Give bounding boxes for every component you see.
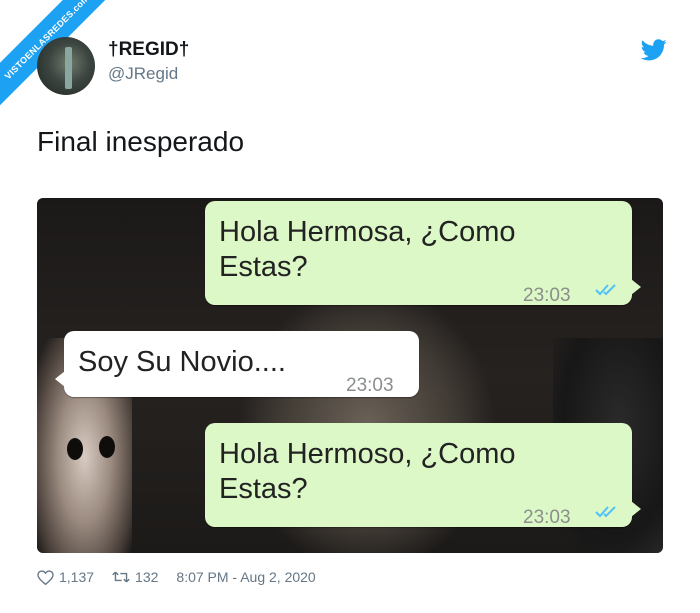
display-name[interactable]: †REGID†: [108, 39, 189, 61]
bubble-tail: [631, 279, 641, 295]
like-action[interactable]: 1,137: [37, 569, 94, 585]
tweet-text: Final inesperado: [37, 126, 245, 157]
bubble-tail: [55, 371, 65, 387]
message-text: Soy Su Novio....: [78, 345, 286, 380]
message-time: 23:03: [523, 285, 571, 306]
user-handle[interactable]: @JRegid: [108, 64, 178, 84]
retweet-icon[interactable]: [112, 570, 130, 584]
tweet-header: †REGID† @JRegid: [37, 37, 667, 97]
bubble-tail: [631, 501, 641, 517]
message-time: 23:03: [346, 375, 394, 396]
tweet-footer: 1,137 132 8:07 PM - Aug 2, 2020: [37, 566, 334, 588]
twitter-bird-icon[interactable]: [641, 39, 667, 61]
doll-eye: [67, 438, 83, 460]
doll-eye: [99, 436, 115, 458]
message-line: Hola Hermoso, ¿Como: [219, 438, 516, 470]
heart-icon[interactable]: [37, 569, 54, 585]
message-text: Hola Hermoso, ¿Como Estas?: [219, 437, 516, 507]
chat-bubble-incoming: Soy Su Novio.... 23:03: [55, 331, 419, 397]
retweet-action[interactable]: 132: [112, 569, 158, 585]
tweet-timestamp[interactable]: 8:07 PM - Aug 2, 2020: [176, 569, 315, 585]
message-text: Hola Hermosa, ¿Como Estas?: [219, 215, 516, 285]
tweet-card: VISTOENLASREDES .com †REGID† @JRegid Fina…: [0, 0, 700, 613]
avatar-detail: [65, 47, 72, 89]
message-line: Soy Su Novio....: [78, 346, 286, 378]
chat-bubble-outgoing: Hola Hermosa, ¿Como Estas? 23:03: [205, 201, 641, 306]
message-line: Estas?: [219, 473, 308, 505]
retweet-count: 132: [135, 569, 159, 585]
double-check-icon: [595, 284, 616, 296]
chat-bubble-outgoing: Hola Hermoso, ¿Como Estas? 23:03: [205, 423, 641, 528]
avatar[interactable]: [37, 37, 95, 95]
message-time: 23:03: [523, 507, 571, 528]
tweet-media[interactable]: Hola Hermosa, ¿Como Estas? 23:03 Soy Su …: [37, 198, 663, 553]
timestamp-text: 8:07 PM - Aug 2, 2020: [176, 569, 316, 585]
like-count: 1,137: [59, 569, 95, 585]
double-check-icon: [595, 506, 616, 518]
message-line: Hola Hermosa, ¿Como: [219, 216, 516, 248]
message-line: Estas?: [219, 251, 308, 283]
